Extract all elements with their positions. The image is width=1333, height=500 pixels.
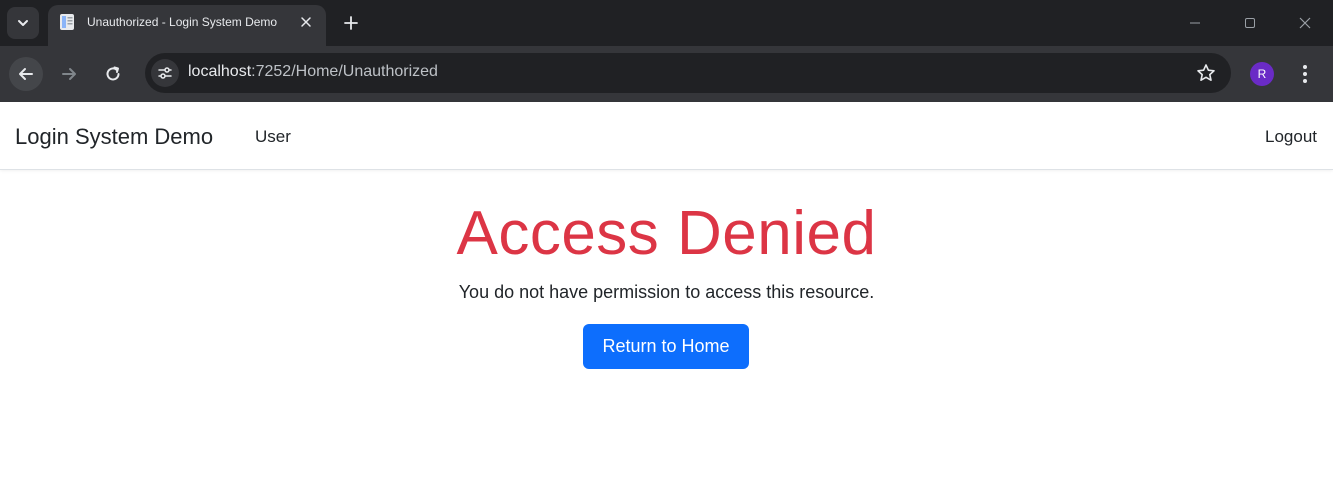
tune-icon	[158, 67, 172, 79]
page-favicon-icon	[60, 14, 74, 30]
error-message: You do not have permission to access thi…	[458, 282, 875, 302]
nav-link-logout[interactable]: Logout	[1265, 127, 1317, 147]
minimize-icon	[1190, 22, 1200, 24]
reload-button[interactable]	[96, 57, 130, 91]
address-bar[interactable]: localhost:7252/Home/Unauthorized	[145, 53, 1231, 93]
nav-link-user[interactable]: User	[255, 127, 291, 147]
profile-avatar[interactable]: R	[1250, 62, 1274, 86]
forward-button[interactable]	[52, 57, 86, 91]
maximize-icon	[1245, 18, 1255, 28]
return-home-button[interactable]: Return to Home	[583, 324, 749, 369]
site-info-button[interactable]	[151, 59, 179, 87]
back-button[interactable]	[9, 57, 43, 91]
close-icon	[1299, 17, 1311, 29]
url-text: localhost:7252/Home/Unauthorized	[188, 63, 438, 81]
star-icon	[1197, 64, 1215, 81]
tab-close-button[interactable]	[296, 12, 316, 32]
bookmark-button[interactable]	[1195, 62, 1217, 84]
tab-search-button[interactable]	[7, 7, 39, 39]
plus-icon	[344, 16, 358, 30]
arrow-right-icon	[62, 68, 76, 80]
more-vertical-icon	[1303, 65, 1307, 83]
chevron-down-icon	[18, 20, 28, 26]
browser-menu-button[interactable]	[1294, 59, 1316, 89]
url-host: localhost	[188, 63, 252, 80]
browser-tabstrip: Unauthorized - Login System Demo	[0, 0, 1333, 46]
browser-tab-active[interactable]: Unauthorized - Login System Demo	[48, 5, 326, 46]
reload-icon	[106, 66, 120, 81]
new-tab-button[interactable]	[337, 9, 365, 37]
browser-toolbar: localhost:7252/Home/Unauthorized R	[0, 46, 1333, 102]
tab-title: Unauthorized - Login System Demo	[87, 15, 278, 29]
close-icon	[301, 17, 311, 27]
arrow-left-icon	[19, 68, 33, 80]
maximize-button[interactable]	[1235, 8, 1265, 38]
url-path: :7252/Home/Unauthorized	[251, 63, 438, 80]
minimize-button[interactable]	[1180, 8, 1210, 38]
window-close-button[interactable]	[1290, 8, 1320, 38]
main-content: Access Denied You do not have permission…	[0, 170, 1333, 500]
page-title: Access Denied	[456, 199, 877, 268]
site-navbar: Login System Demo User Logout	[0, 102, 1333, 170]
navbar-brand[interactable]: Login System Demo	[15, 124, 213, 150]
